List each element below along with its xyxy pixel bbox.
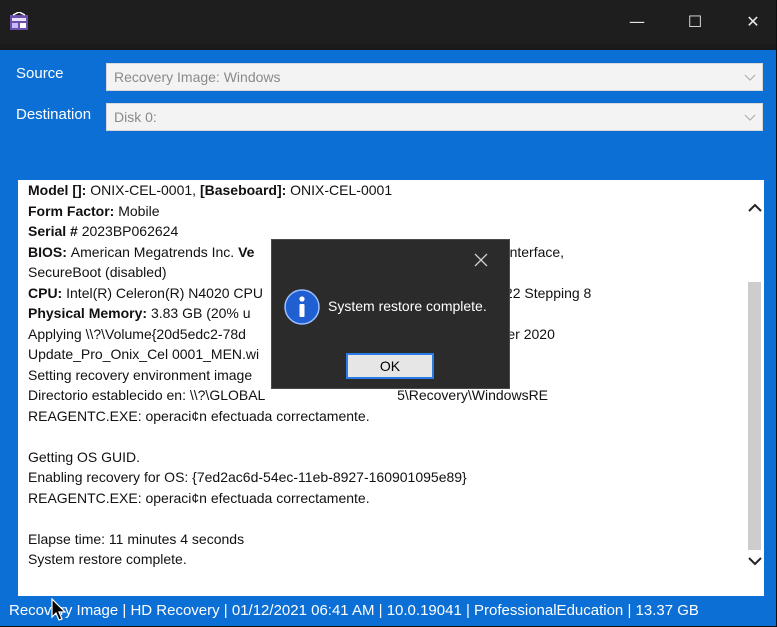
- log-line-text: SecureBoot (disabled): [28, 264, 167, 280]
- destination-value: Disk 0:: [114, 109, 157, 125]
- maximize-button[interactable]: ☐: [672, 0, 718, 44]
- log-line: Enabling recovery for OS: {7ed2ac6d-54ec…: [28, 467, 738, 488]
- log-line: Form Factor: Mobile: [28, 201, 738, 222]
- log-line-key: Form Factor:: [28, 202, 119, 219]
- log-line-text: American Megatrends Inc.: [70, 243, 239, 260]
- log-line-key: Ve: [238, 243, 255, 260]
- log-line-text: Mobile: [118, 202, 160, 219]
- ok-button[interactable]: OK: [346, 353, 434, 379]
- info-icon: [284, 289, 320, 325]
- log-line-text: Intel(R) Celeron(R) N4020 CPU: [66, 284, 263, 301]
- log-line-key: BIOS:: [28, 243, 71, 260]
- log-line-text: Getting OS GUID.: [28, 448, 141, 465]
- scroll-thumb[interactable]: [748, 282, 761, 550]
- completion-dialog: System restore complete. OK: [271, 239, 510, 389]
- source-select[interactable]: Recovery Image: Windows: [106, 63, 763, 91]
- chevron-down-icon: [744, 114, 756, 121]
- log-line-text: 5\Recovery\WindowsRE: [264, 387, 549, 403]
- log-line-text: ONIX-CEL-0001: [290, 182, 393, 198]
- scroll-down-icon[interactable]: [747, 555, 763, 567]
- title-bar: — ☐ ✕: [0, 0, 776, 44]
- close-icon: ✕: [746, 12, 760, 31]
- log-line: System restore complete.: [28, 549, 738, 570]
- log-line-text: 3.83 GB (20% u: [150, 305, 251, 321]
- minimize-icon: —: [629, 12, 645, 31]
- chevron-down-icon: [744, 74, 756, 81]
- log-line-key: Model []:: [28, 182, 91, 198]
- close-icon[interactable]: [474, 253, 488, 267]
- scroll-up-icon[interactable]: [747, 202, 763, 214]
- maximize-icon: ☐: [687, 12, 703, 31]
- log-line-text: Directorio establecido en: \\?\GLOBAL: [28, 387, 265, 403]
- log-line-text: Enabling recovery for OS: {7ed2ac6d-54ec…: [28, 469, 467, 485]
- log-line-text: Applying \\?\Volume{20d5edc2-78d: [28, 325, 246, 342]
- destination-label: Destination: [16, 106, 92, 123]
- recovery-app-icon: [10, 12, 28, 30]
- destination-select[interactable]: Disk 0:: [106, 103, 763, 131]
- log-line-key: Serial #: [28, 223, 82, 239]
- close-button[interactable]: ✕: [730, 0, 776, 44]
- status-bar: Recovery Image | HD Recovery | 01/12/202…: [9, 602, 699, 619]
- source-label: Source: [16, 65, 64, 82]
- log-line-text: Elapse time: 11 minutes 4 seconds: [28, 530, 245, 547]
- log-line: REAGENTC.EXE: operaci¢n efectuada correc…: [28, 488, 738, 509]
- log-line: Model []: ONIX-CEL-0001, [Baseboard]: ON…: [28, 180, 738, 201]
- log-line-key: [Baseboard]:: [199, 182, 291, 198]
- mouse-cursor-icon: [51, 598, 67, 621]
- source-value: Recovery Image: Windows: [114, 69, 281, 85]
- log-line: Getting OS GUID.: [28, 447, 738, 468]
- log-line-key: Physical Memory:: [28, 305, 151, 321]
- log-line-text: ONIX-CEL-0001,: [90, 182, 200, 198]
- minimize-button[interactable]: —: [614, 0, 660, 44]
- dialog-message: System restore complete.: [328, 298, 487, 314]
- log-line-text: Update_Pro_Onix_Cel 0001_MEN.wi: [28, 346, 260, 362]
- vertical-scrollbar[interactable]: [746, 180, 764, 596]
- log-line: Elapse time: 11 minutes 4 seconds: [28, 529, 738, 550]
- app-window: — ☐ ✕ Source Recovery Image: Windows Des…: [0, 0, 776, 626]
- log-line-text: System restore complete.: [28, 551, 187, 567]
- log-line-text: Setting recovery environment image: [28, 366, 253, 383]
- log-line: REAGENTC.EXE: operaci¢n efectuada correc…: [28, 406, 738, 427]
- log-line-text: 2023BP062624: [81, 223, 179, 239]
- log-line-text: REAGENTC.EXE: operaci¢n efectuada correc…: [28, 489, 370, 506]
- log-line-text: REAGENTC.EXE: operaci¢n efectuada correc…: [28, 407, 370, 424]
- log-line-key: CPU:: [28, 284, 67, 301]
